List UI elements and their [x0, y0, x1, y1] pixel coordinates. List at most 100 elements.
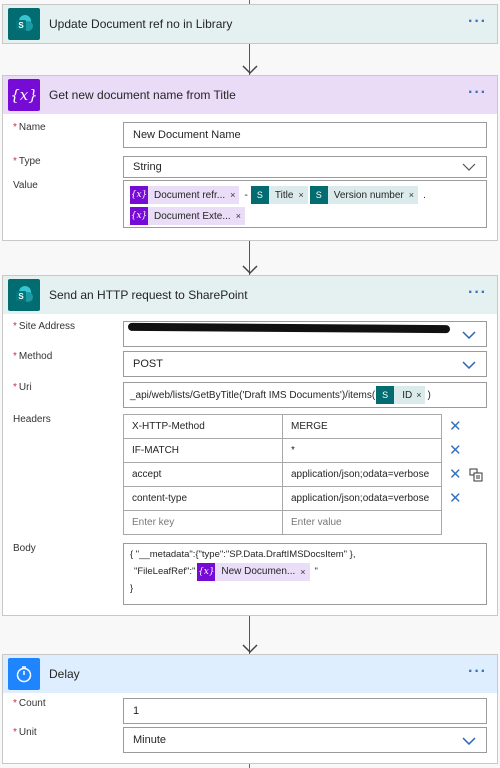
remove-token-icon[interactable]: × [416, 390, 425, 400]
token-label: Document Exte... [154, 210, 231, 222]
sharepoint-icon: S [8, 279, 40, 311]
svg-text:S: S [18, 292, 24, 301]
chevron-down-icon[interactable] [462, 361, 476, 369]
token-label: ID [402, 389, 413, 401]
switch-to-text-mode-icon[interactable] [469, 468, 483, 482]
header-row: X-HTTP-Method MERGE [123, 414, 442, 439]
sharepoint-icon: S [309, 186, 328, 204]
uri-suffix-text: ) [427, 389, 431, 401]
uri-label: * Uri [13, 382, 32, 393]
name-value: New Document Name [133, 129, 241, 141]
action-card-delay[interactable]: Delay ··· * Count 1 * Unit Minute [2, 654, 498, 764]
token-id[interactable]: S ID × [376, 386, 426, 404]
connector-bottom [249, 764, 250, 768]
chevron-down-icon[interactable] [462, 737, 476, 745]
name-input[interactable]: New Document Name [123, 122, 487, 148]
body-line: "FileLeafRef":" [134, 566, 196, 577]
site-address-label: * Site Address [13, 321, 76, 332]
token-new-document-name[interactable]: {x} New Documen... × [197, 563, 310, 581]
token-title[interactable]: S Title × [250, 186, 308, 204]
remove-token-icon[interactable]: × [236, 211, 245, 221]
connector-arrow [242, 241, 258, 275]
header-row-empty: Enter key Enter value [123, 510, 442, 535]
token-label: New Documen... [221, 566, 296, 577]
svg-text:S: S [18, 21, 24, 30]
more-options-button[interactable]: ··· [468, 84, 487, 102]
variable-icon: {x} [8, 79, 40, 111]
connector-arrow [242, 616, 258, 654]
header-row: accept application/json;odata=verbose [123, 462, 442, 487]
header-key-input[interactable]: X-HTTP-Method [123, 414, 283, 439]
header-key-input[interactable]: IF-MATCH [123, 438, 283, 463]
token-label: Document refr... [154, 189, 226, 201]
remove-token-icon[interactable]: × [230, 190, 239, 200]
separator-text: - [244, 189, 248, 201]
token-document-extension[interactable]: {x} Document Exte... × [130, 207, 245, 225]
token-document-ref[interactable]: {x} Document refr... × [130, 186, 240, 204]
card-title: Get new document name from Title [49, 88, 236, 102]
method-value: POST [133, 358, 163, 370]
uri-text: _api/web/lists/GetByTitle('Draft IMS Doc… [130, 389, 376, 401]
remove-token-icon[interactable]: × [298, 190, 307, 200]
body-label: Body [13, 543, 36, 554]
delete-header-icon[interactable]: ✕ [449, 417, 462, 435]
method-label: * Method [13, 351, 53, 362]
delete-header-icon[interactable]: ✕ [449, 465, 462, 483]
action-card-update-document[interactable]: S Update Document ref no in Library ··· [2, 4, 498, 44]
token-version-number[interactable]: S Version number × [309, 186, 419, 204]
header-value-input[interactable]: application/json;odata=verbose [282, 462, 442, 487]
type-select[interactable]: String [123, 156, 487, 178]
header-value-input[interactable]: MERGE [282, 414, 442, 439]
card-title: Send an HTTP request to SharePoint [49, 288, 248, 302]
delete-header-icon[interactable]: ✕ [449, 489, 462, 507]
value-input[interactable]: {x} Document refr... × - S Title × S Version … [123, 180, 487, 228]
chevron-down-icon[interactable] [462, 163, 476, 171]
headers-label: Headers [13, 414, 51, 425]
body-line: { "__metadata":{"type":"SP.Data.DraftIMS… [130, 549, 356, 560]
token-label: Version number [333, 189, 404, 201]
header-value-input[interactable]: application/json;odata=verbose [282, 486, 442, 511]
unit-label: * Unit [13, 727, 37, 738]
body-line: " [314, 566, 318, 577]
count-input[interactable]: 1 [123, 698, 487, 724]
body-input[interactable]: { "__metadata":{"type":"SP.Data.DraftIMS… [123, 543, 487, 605]
card-title: Delay [49, 667, 80, 681]
timer-icon [8, 658, 40, 690]
header-value-input[interactable]: * [282, 438, 442, 463]
method-select[interactable]: POST [123, 351, 487, 377]
sharepoint-icon: S [376, 386, 395, 404]
separator-text: . [423, 189, 426, 201]
header-key-input[interactable]: content-type [123, 486, 283, 511]
header-value-placeholder[interactable]: Enter value [282, 510, 442, 535]
more-options-button[interactable]: ··· [468, 284, 487, 302]
card-title: Update Document ref no in Library [49, 17, 233, 31]
count-label: * Count [13, 698, 46, 709]
more-options-button[interactable]: ··· [468, 13, 487, 31]
delete-header-icon[interactable]: ✕ [449, 441, 462, 459]
remove-token-icon[interactable]: × [409, 190, 418, 200]
unit-select[interactable]: Minute [123, 727, 487, 753]
count-value: 1 [133, 705, 140, 717]
name-label: * Name [13, 122, 46, 133]
header-row: IF-MATCH * [123, 438, 442, 463]
body-line: } [130, 583, 134, 594]
type-value: String [133, 161, 162, 173]
uri-input[interactable]: _api/web/lists/GetByTitle('Draft IMS Doc… [123, 382, 487, 408]
sharepoint-icon: S [250, 186, 269, 204]
header-row: content-type application/json;odata=verb… [123, 486, 442, 511]
unit-value: Minute [133, 734, 167, 746]
more-options-button[interactable]: ··· [468, 663, 487, 681]
type-label: * Type [13, 156, 41, 167]
sharepoint-icon: S [8, 8, 40, 40]
chevron-down-icon[interactable] [462, 331, 476, 339]
headers-table: X-HTTP-Method MERGE IF-MATCH * accept ap… [123, 414, 442, 535]
token-label: Title [274, 189, 294, 201]
header-key-placeholder[interactable]: Enter key [123, 510, 283, 535]
variable-icon: {x} [130, 186, 148, 204]
remove-token-icon[interactable]: × [300, 565, 309, 579]
action-card-set-variable[interactable]: {x} Get new document name from Title ···… [2, 75, 498, 241]
variable-icon: {x} [197, 563, 216, 581]
header-key-input[interactable]: accept [123, 462, 283, 487]
value-label: Value [13, 180, 38, 191]
connector-arrow [242, 44, 258, 75]
